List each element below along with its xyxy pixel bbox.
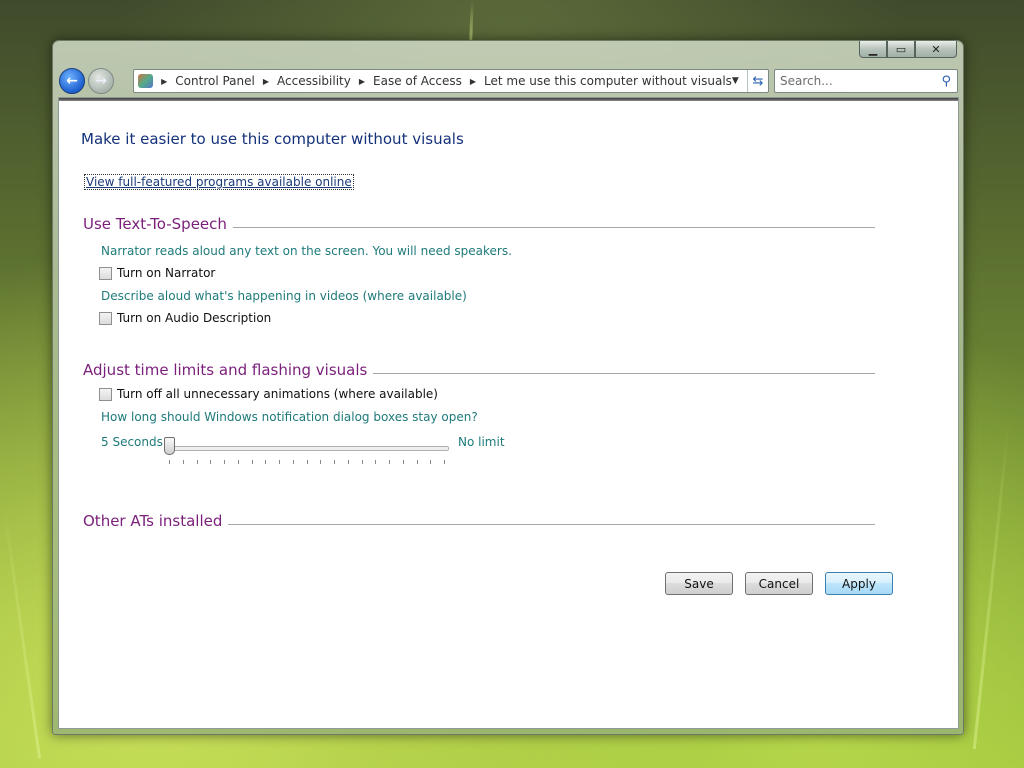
breadcrumb-accessibility[interactable]: Accessibility <box>277 74 351 88</box>
address-bar[interactable]: ▶ Control Panel ▶ Accessibility ▶ Ease o… <box>133 69 769 93</box>
animations-checkbox-label[interactable]: Turn off all unnecessary animations (whe… <box>117 387 438 401</box>
explorer-window: ▁ ▭ ✕ ← → ▶ Control Panel ▶ Accessibilit… <box>52 40 964 735</box>
control-panel-icon <box>138 74 154 88</box>
audio-description-option[interactable]: Turn on Audio Description <box>99 311 271 325</box>
notification-duration-slider[interactable] <box>167 446 449 451</box>
search-box[interactable]: Search... ⚲ <box>774 69 958 93</box>
section-heading-other-ats: Other ATs installed <box>83 512 229 530</box>
audio-description-checkbox[interactable] <box>99 311 112 325</box>
close-button[interactable]: ✕ <box>915 41 957 58</box>
slider-thumb[interactable] <box>164 437 175 455</box>
breadcrumb-arrow-icon[interactable]: ▶ <box>161 77 167 86</box>
narrator-option[interactable]: Turn on Narrator <box>99 266 215 280</box>
background-grass <box>469 0 474 41</box>
search-icon[interactable]: ⚲ <box>941 74 951 89</box>
page-title: Make it easier to use this computer with… <box>81 130 464 148</box>
animations-option[interactable]: Turn off all unnecessary animations (whe… <box>99 387 438 401</box>
chevron-down-icon[interactable]: ▼ <box>732 76 739 86</box>
slider-ticks <box>169 460 445 466</box>
breadcrumb-ease-of-access[interactable]: Ease of Access <box>373 74 462 88</box>
section-heading-time-limits: Adjust time limits and flashing visuals <box>83 361 374 379</box>
caption-buttons: ▁ ▭ ✕ <box>859 41 957 58</box>
audio-description-checkbox-label[interactable]: Turn on Audio Description <box>117 311 271 325</box>
back-arrow-icon[interactable]: ← <box>59 68 85 94</box>
apply-button[interactable]: Apply <box>825 572 893 595</box>
slider-min-label: 5 Seconds <box>101 435 163 449</box>
breadcrumb-current-page[interactable]: Let me use this computer without visuals <box>484 74 732 88</box>
narrator-checkbox[interactable] <box>99 266 112 280</box>
breadcrumb-arrow-icon[interactable]: ▶ <box>470 77 476 86</box>
breadcrumb-arrow-icon[interactable]: ▶ <box>359 77 365 86</box>
maximize-button[interactable]: ▭ <box>887 41 915 58</box>
slider-max-label: No limit <box>458 435 505 449</box>
cancel-button[interactable]: Cancel <box>745 572 813 595</box>
narrator-checkbox-label[interactable]: Turn on Narrator <box>117 266 215 280</box>
background-grass <box>1 501 42 759</box>
forward-arrow-icon[interactable]: → <box>88 68 114 94</box>
save-button[interactable]: Save <box>665 572 733 595</box>
breadcrumb-arrow-icon[interactable]: ▶ <box>263 77 269 86</box>
audio-description-text: Describe aloud what's happening in video… <box>101 289 467 303</box>
divider <box>59 98 958 101</box>
animations-checkbox[interactable] <box>99 387 112 401</box>
breadcrumb-control-panel[interactable]: Control Panel <box>175 74 255 88</box>
search-input[interactable]: Search... <box>780 74 833 88</box>
notification-duration-question: How long should Windows notification dia… <box>101 410 478 424</box>
minimize-button[interactable]: ▁ <box>859 41 887 58</box>
content-pane: Make it easier to use this computer with… <box>58 97 959 729</box>
refresh-icon[interactable]: ⇆ <box>746 70 768 92</box>
background-grass <box>972 420 1011 750</box>
narrator-description: Narrator reads aloud any text on the scr… <box>101 244 512 258</box>
section-heading-tts: Use Text-To-Speech <box>83 215 233 233</box>
online-programs-link[interactable]: View full-featured programs available on… <box>84 174 354 190</box>
